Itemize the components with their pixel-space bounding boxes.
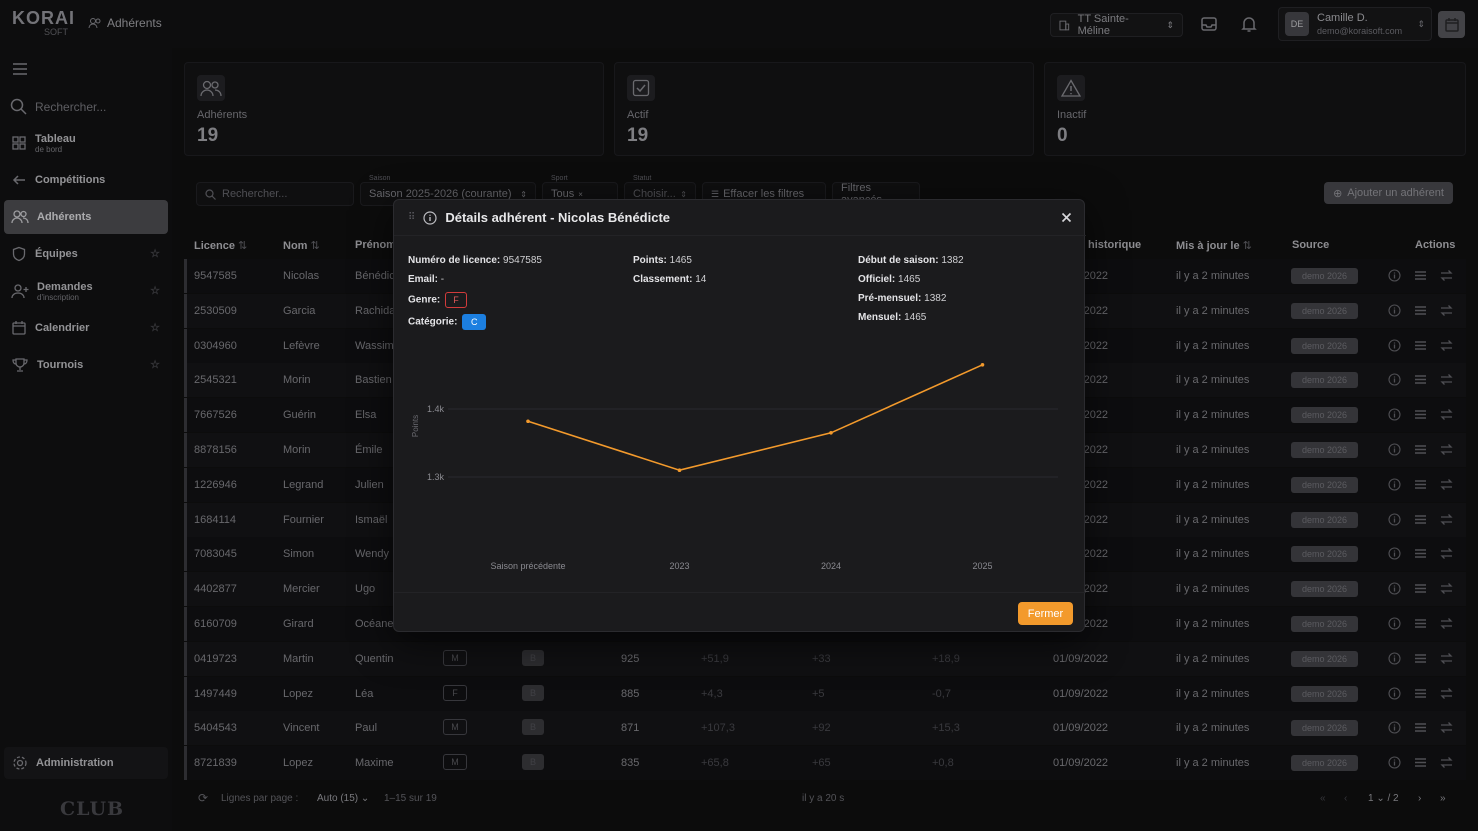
data-point[interactable] — [829, 431, 833, 435]
info-value: 1465 — [669, 255, 692, 266]
y-tick-label: 1.4k — [427, 404, 445, 414]
categorie-badge: C — [462, 314, 487, 330]
close-button[interactable]: Fermer — [1018, 602, 1073, 625]
data-point[interactable] — [980, 363, 985, 367]
info-officiel: Officiel: 1465 — [858, 274, 920, 285]
info-value: 1465 — [898, 274, 921, 285]
info-mensuel: Mensuel: 1465 — [858, 312, 926, 323]
info-key: Genre: — [408, 294, 441, 306]
info-icon — [423, 210, 437, 225]
info-key: Email: — [408, 274, 439, 285]
info-key: Officiel: — [858, 274, 896, 285]
info-value: 1465 — [904, 312, 927, 323]
info-value: 14 — [695, 274, 707, 285]
drag-handle-icon[interactable]: ⠿ — [408, 212, 415, 223]
info-key: Classement: — [633, 274, 693, 285]
info-pre-mensuel: Pré-mensuel: 1382 — [858, 293, 946, 304]
genre-badge: F — [445, 292, 468, 308]
info-value: 1382 — [924, 293, 947, 304]
info-key: Mensuel: — [858, 312, 902, 323]
modal-header: ⠿ Détails adhérent - Nicolas Bénédicte — [394, 200, 1086, 236]
info-debut-saison: Début de saison: 1382 — [858, 255, 964, 266]
data-point[interactable] — [677, 468, 682, 472]
modal-footer: Fermer — [394, 592, 1086, 633]
info-categorie: Catégorie: C — [408, 314, 487, 330]
data-point[interactable] — [526, 419, 530, 424]
info-key: Numéro de licence: — [408, 255, 501, 266]
info-licence: Numéro de licence: 9547585 — [408, 255, 542, 266]
points-history-chart: 1.4k 1.3k Points Saison précédente 2023 2024 2… — [411, 363, 1058, 571]
y-axis-label: Points — [411, 415, 420, 437]
info-points: Points: 1465 — [633, 255, 692, 266]
info-key: Pré-mensuel: — [858, 293, 922, 304]
info-email: Email: - — [408, 274, 444, 285]
modal-title: Détails adhérent - Nicolas Bénédicte — [445, 210, 671, 225]
x-tick-label: 2025 — [972, 561, 992, 571]
x-tick-label: Saison précédente — [490, 561, 565, 571]
info-value: 9547585 — [503, 255, 542, 266]
info-key: Début de saison: — [858, 255, 939, 266]
info-genre: Genre: F — [408, 292, 468, 308]
y-tick-label: 1.3k — [427, 472, 445, 482]
info-value: 1382 — [941, 255, 964, 266]
close-icon[interactable] — [1061, 212, 1072, 223]
info-key: Points: — [633, 255, 667, 266]
adherent-details-modal: ⠿ Détails adhérent - Nicolas Bénédicte N… — [393, 199, 1086, 633]
series-line — [527, 364, 983, 472]
info-value: - — [440, 274, 445, 285]
x-tick-label: 2024 — [821, 561, 841, 571]
app: KORAI SOFT Adhérents TT Sainte-Méline ⇕ … — [0, 0, 1478, 831]
x-tick-label: 2023 — [669, 561, 689, 571]
info-classement: Classement: 14 — [633, 274, 706, 285]
info-key: Catégorie: — [408, 316, 458, 328]
